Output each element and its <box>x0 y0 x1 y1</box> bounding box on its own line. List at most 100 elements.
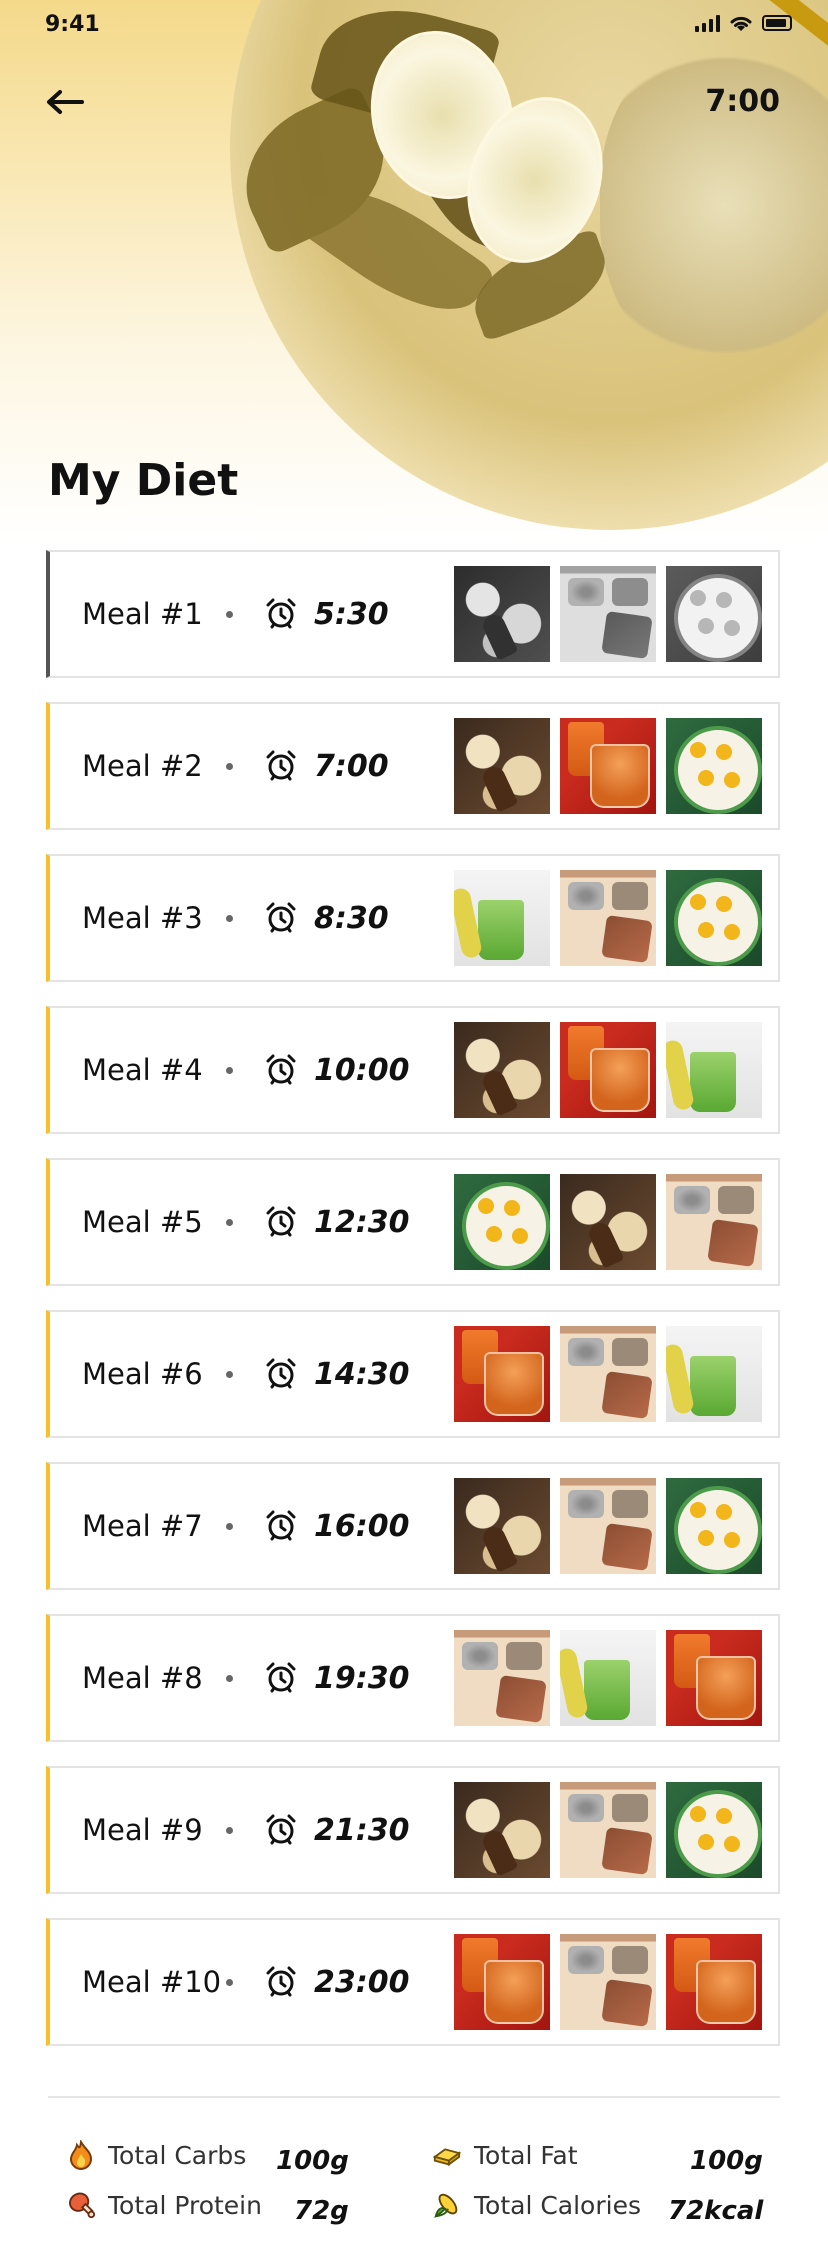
meal-thumbnails <box>454 1782 762 1878</box>
meal-name: Meal #9 <box>82 1813 203 1847</box>
meal-thumbnails <box>454 1630 762 1726</box>
total-fat-label: Total Fat <box>474 2140 578 2170</box>
signal-icon <box>695 14 720 32</box>
meal-time: 21:30 <box>314 1812 410 1848</box>
meal-thumbnails <box>454 718 762 814</box>
wifi-icon <box>730 16 752 31</box>
seeds-thumbnail <box>560 1326 656 1422</box>
meal-time: 12:30 <box>314 1204 410 1240</box>
meal-item-8[interactable]: Meal #8 19:30 <box>46 1614 780 1742</box>
oats-thumbnail <box>454 1478 550 1574</box>
tea-thumbnail <box>454 1934 550 2030</box>
meat-icon <box>66 2190 96 2220</box>
seeds-thumbnail <box>666 1174 762 1270</box>
oats-thumbnail <box>454 1022 550 1118</box>
meal-name: Meal #1 <box>82 597 203 631</box>
tea-thumbnail <box>666 1630 762 1726</box>
separator-dot <box>226 1370 233 1378</box>
seeds-thumbnail <box>560 870 656 966</box>
butter-icon <box>432 2140 462 2170</box>
meal-list: Meal #1 5:30 Meal #2 7:00 Meal #3 8:30 M… <box>46 550 780 2070</box>
total-calories: Total Calories <box>432 2190 641 2220</box>
separator-dot <box>226 1218 233 1226</box>
alarm-clock-icon <box>266 1662 296 1693</box>
total-carbs-value: 100g <box>276 2146 349 2176</box>
meal-item-4[interactable]: Meal #4 10:00 <box>46 1006 780 1134</box>
separator-dot <box>226 1522 233 1530</box>
meal-thumbnails <box>454 1478 762 1574</box>
meal-name: Meal #3 <box>82 901 203 935</box>
meal-item-1[interactable]: Meal #1 5:30 <box>46 550 780 678</box>
separator-dot <box>226 1066 233 1074</box>
countdown-timer: 7:00 <box>705 84 780 119</box>
corn-icon <box>432 2190 462 2220</box>
seeds-thumbnail <box>560 1934 656 2030</box>
eggs-thumbnail <box>666 566 762 662</box>
meal-name: Meal #2 <box>82 749 203 783</box>
separator-dot <box>226 1674 233 1682</box>
meal-thumbnails <box>454 870 762 966</box>
separator-dot <box>226 1826 233 1834</box>
meal-item-2[interactable]: Meal #2 7:00 <box>46 702 780 830</box>
status-time: 9:41 <box>45 12 100 37</box>
meal-time: 19:30 <box>314 1660 410 1696</box>
eggs-thumbnail <box>666 1478 762 1574</box>
total-fat: Total Fat <box>432 2140 578 2170</box>
meal-time: 10:00 <box>314 1052 410 1088</box>
status-icons <box>695 14 792 32</box>
seeds-thumbnail <box>560 566 656 662</box>
totals-row: Total Carbs 100g Total Fat 100g <box>66 2140 766 2190</box>
meal-thumbnails <box>454 1022 762 1118</box>
total-calories-label: Total Calories <box>474 2190 641 2220</box>
total-calories-value: 72kcal <box>668 2196 764 2226</box>
tea-thumbnail <box>560 1022 656 1118</box>
total-protein-label: Total Protein <box>108 2190 262 2220</box>
alarm-clock-icon <box>266 1966 296 1997</box>
battery-icon <box>762 15 792 31</box>
alarm-clock-icon <box>266 1814 296 1845</box>
oats-thumbnail <box>454 1782 550 1878</box>
total-carbs-label: Total Carbs <box>108 2140 247 2170</box>
meal-thumbnails <box>454 1174 762 1270</box>
eggs-thumbnail <box>454 1174 550 1270</box>
back-button[interactable] <box>44 84 86 120</box>
tea-thumbnail <box>560 718 656 814</box>
tea-thumbnail <box>454 1326 550 1422</box>
seeds-thumbnail <box>454 1630 550 1726</box>
alarm-clock-icon <box>266 1510 296 1541</box>
seeds-thumbnail <box>560 1782 656 1878</box>
meal-time: 7:00 <box>314 748 389 784</box>
meal-item-6[interactable]: Meal #6 14:30 <box>46 1310 780 1438</box>
juice-thumbnail <box>666 1326 762 1422</box>
totals-summary: Total Carbs 100g Total Fat 100g Total Pr… <box>66 2140 766 2240</box>
meal-item-9[interactable]: Meal #9 21:30 <box>46 1766 780 1894</box>
meal-item-10[interactable]: Meal #10 23:00 <box>46 1918 780 2046</box>
alarm-clock-icon <box>266 750 296 781</box>
juice-thumbnail <box>560 1630 656 1726</box>
meal-time: 23:00 <box>314 1964 410 2000</box>
alarm-clock-icon <box>266 598 296 629</box>
juice-thumbnail <box>666 1022 762 1118</box>
alarm-clock-icon <box>266 1206 296 1237</box>
flame-icon <box>66 2140 96 2170</box>
meal-item-3[interactable]: Meal #3 8:30 <box>46 854 780 982</box>
meal-time: 14:30 <box>314 1356 410 1392</box>
totals-row: Total Protein 72g Total Calories 72kcal <box>66 2190 766 2240</box>
total-carbs: Total Carbs <box>66 2140 246 2170</box>
meal-time: 5:30 <box>314 596 389 632</box>
meal-item-7[interactable]: Meal #7 16:00 <box>46 1462 780 1590</box>
meal-item-5[interactable]: Meal #5 12:30 <box>46 1158 780 1286</box>
eggs-thumbnail <box>666 1782 762 1878</box>
total-fat-value: 100g <box>690 2146 763 2176</box>
meal-name: Meal #8 <box>82 1661 203 1695</box>
alarm-clock-icon <box>266 1054 296 1085</box>
meal-time: 8:30 <box>314 900 389 936</box>
meal-thumbnails <box>454 1934 762 2030</box>
separator-dot <box>226 762 233 770</box>
separator-dot <box>226 914 233 922</box>
meal-time: 16:00 <box>314 1508 410 1544</box>
meal-thumbnails <box>454 1326 762 1422</box>
divider <box>48 2096 780 2098</box>
meal-name: Meal #6 <box>82 1357 203 1391</box>
seeds-thumbnail <box>560 1478 656 1574</box>
